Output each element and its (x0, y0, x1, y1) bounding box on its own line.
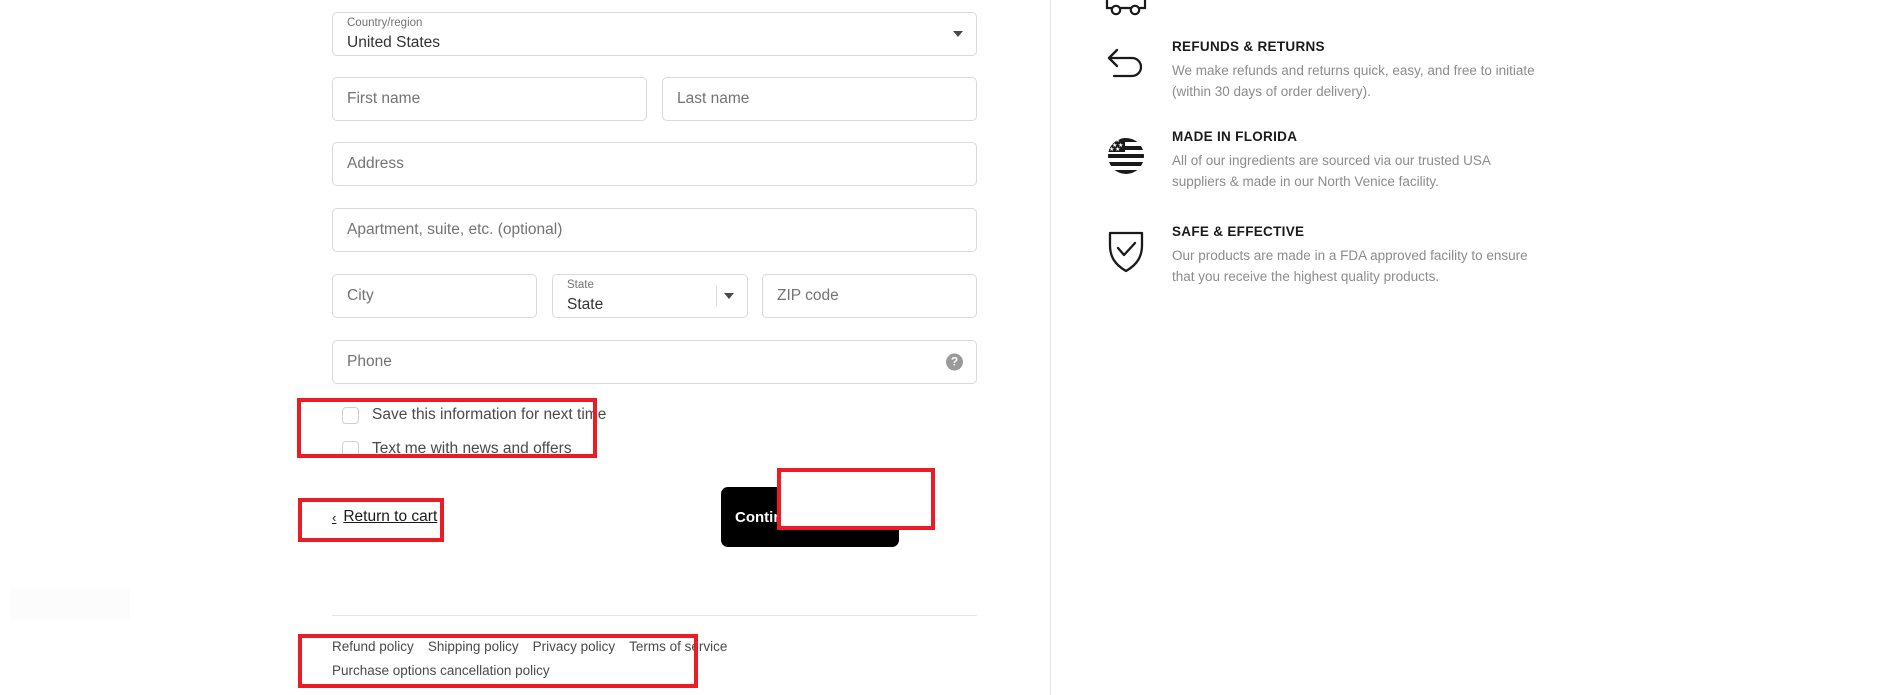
first-name-input[interactable]: First name (332, 77, 647, 121)
trust-florida-body: MADE IN FLORIDA All of our ingredients a… (1172, 128, 1580, 192)
footer-divider (332, 615, 977, 616)
chevron-down-icon (724, 293, 734, 299)
save-info-label: Save this information for next time (372, 406, 607, 423)
trust-refunds-title: REFUNDS & RETURNS (1172, 39, 1325, 54)
city-input[interactable]: City (332, 274, 537, 318)
footer-links-row-2: Purchase options cancellation policy (332, 659, 792, 682)
zip-code-placeholder: ZIP code (777, 287, 839, 304)
state-value: State (567, 296, 604, 313)
shield-check-icon (1100, 225, 1152, 277)
text-offers-checkbox[interactable] (342, 440, 359, 458)
svg-text:★: ★ (1109, 146, 1114, 153)
trust-item-made-in-florida: ★ ★ ★ ★ ★ ★ MADE IN FLORIDA All of our ingr… (1100, 128, 1580, 192)
return-to-cart-label: Return to cart (343, 508, 438, 525)
trust-refunds-body: REFUNDS & RETURNS We make refunds and re… (1172, 38, 1580, 102)
last-name-placeholder: Last name (677, 90, 750, 107)
state-caret-separator (716, 286, 717, 306)
checkbox-group: Save this information for next time Text… (332, 398, 692, 466)
trust-florida-title: MADE IN FLORIDA (1172, 129, 1298, 144)
return-arrow-icon (1100, 40, 1152, 92)
continue-to-shipping-button[interactable]: Continue to shipping (721, 487, 899, 547)
city-placeholder: City (347, 287, 374, 304)
text-offers-label: Text me with news and offers (372, 440, 572, 457)
shipping-policy-link[interactable]: Shipping policy (428, 639, 519, 654)
state-select[interactable]: State State (552, 274, 748, 318)
svg-text:★: ★ (1109, 137, 1114, 144)
text-offers-checkbox-row[interactable]: Text me with news and offers (332, 432, 692, 466)
column-divider (1050, 0, 1051, 695)
trust-refunds-desc: We make refunds and returns quick, easy,… (1172, 62, 1535, 99)
first-name-placeholder: First name (347, 90, 421, 107)
phone-placeholder: Phone (347, 353, 392, 370)
privacy-policy-link[interactable]: Privacy policy (533, 639, 616, 654)
state-label: State (567, 279, 594, 291)
apartment-input[interactable]: Apartment, suite, etc. (optional) (332, 208, 977, 252)
apartment-placeholder: Apartment, suite, etc. (optional) (347, 221, 563, 238)
zip-code-input[interactable]: ZIP code (762, 274, 977, 318)
trust-safe-desc: Our products are made in a FDA approved … (1172, 247, 1528, 284)
svg-text:★: ★ (1115, 146, 1120, 153)
question-mark-icon[interactable]: ? (946, 353, 963, 371)
truck-icon (1100, 0, 1152, 28)
save-info-checkbox-row[interactable]: Save this information for next time (332, 398, 692, 432)
address-placeholder: Address (347, 155, 404, 172)
refund-policy-link[interactable]: Refund policy (332, 639, 414, 654)
terms-of-service-link[interactable]: Terms of service (629, 639, 727, 654)
trust-safe-body: SAFE & EFFECTIVE Our products are made i… (1172, 223, 1580, 287)
chevron-left-icon: ‹ (332, 509, 337, 525)
checkout-page: Country/region United States First name … (0, 0, 1885, 695)
footer-links: Refund policy Shipping policy Privacy poli… (332, 635, 792, 682)
trust-florida-desc: All of our ingredients are sourced via o… (1172, 152, 1491, 189)
trust-item-refunds: REFUNDS & RETURNS We make refunds and re… (1100, 38, 1580, 102)
country-region-value: United States (347, 34, 441, 51)
save-info-checkbox[interactable] (342, 406, 359, 424)
return-to-cart-link[interactable]: ‹ Return to cart (332, 505, 437, 529)
usa-flag-icon: ★ ★ ★ ★ ★ ★ (1100, 130, 1152, 182)
country-region-select[interactable]: Country/region United States (332, 12, 977, 56)
trust-safe-title: SAFE & EFFECTIVE (1172, 224, 1305, 239)
trust-item-safe-effective: SAFE & EFFECTIVE Our products are made i… (1100, 223, 1580, 287)
country-region-label: Country/region (347, 17, 423, 29)
chevron-down-icon (953, 31, 963, 37)
last-name-input[interactable]: Last name (662, 77, 977, 121)
background-artifact (10, 588, 130, 620)
phone-input[interactable]: Phone ? (332, 340, 977, 384)
address-input[interactable]: Address (332, 142, 977, 186)
continue-to-shipping-label: Continue to shipping (735, 508, 885, 526)
purchase-options-cancellation-policy-link[interactable]: Purchase options cancellation policy (332, 663, 550, 678)
